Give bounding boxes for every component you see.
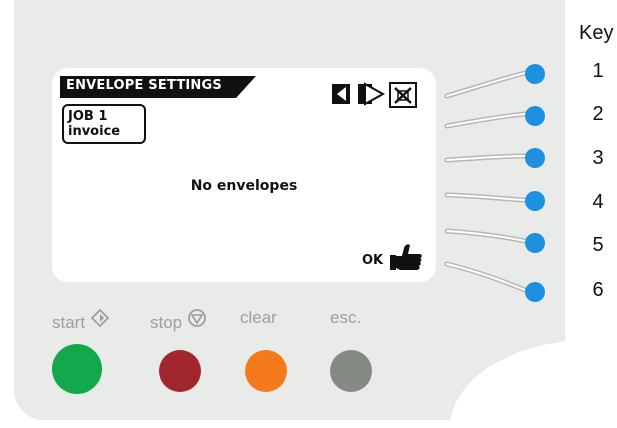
key-1-button[interactable] — [525, 64, 545, 84]
key-number-4: 4 — [592, 191, 604, 213]
key-3-button[interactable] — [525, 148, 545, 168]
screen-title-bar: ENVELOPE SETTINGS — [60, 76, 256, 98]
key-column-header: Key — [579, 22, 614, 44]
stop-circle-icon — [187, 309, 206, 327]
key-2-button[interactable] — [525, 106, 545, 126]
key-4-button[interactable] — [525, 191, 545, 211]
job-box: JOB 1 invoice — [62, 104, 146, 144]
lcd-screen: ENVELOPE SETTINGS JOB 1 invoice No envel… — [52, 68, 436, 282]
key-5-button[interactable] — [525, 233, 545, 253]
status-message: No envelopes — [190, 178, 298, 194]
thumbs-hand-icon — [390, 244, 422, 270]
start-button[interactable] — [52, 344, 102, 394]
start-diamond-icon — [90, 308, 110, 328]
clear-button[interactable] — [245, 350, 287, 392]
cancel-box-icon — [389, 82, 417, 108]
esc-label: esc. — [330, 308, 362, 327]
key-number-6: 6 — [592, 279, 604, 301]
split-diamond-icon — [358, 82, 386, 106]
clear-label: clear — [240, 308, 277, 327]
key-number-2: 2 — [592, 103, 604, 125]
key-number-1: 1 — [592, 60, 604, 82]
key-number-3: 3 — [592, 147, 604, 169]
esc-button[interactable] — [330, 350, 372, 392]
stop-label-group: stop — [150, 308, 207, 333]
ok-label: OK — [362, 253, 384, 268]
job-number: JOB 1 — [68, 109, 108, 124]
screen-icons — [332, 82, 432, 114]
start-label-group: start — [52, 308, 110, 333]
key-6-button[interactable] — [525, 282, 545, 302]
screen-title: ENVELOPE SETTINGS — [66, 78, 222, 93]
stop-label: stop — [150, 313, 183, 332]
left-arrow-icon — [332, 84, 350, 104]
job-name: invoice — [68, 124, 121, 139]
start-label: start — [52, 313, 86, 332]
stop-button[interactable] — [159, 350, 201, 392]
key-number-5: 5 — [592, 234, 604, 256]
